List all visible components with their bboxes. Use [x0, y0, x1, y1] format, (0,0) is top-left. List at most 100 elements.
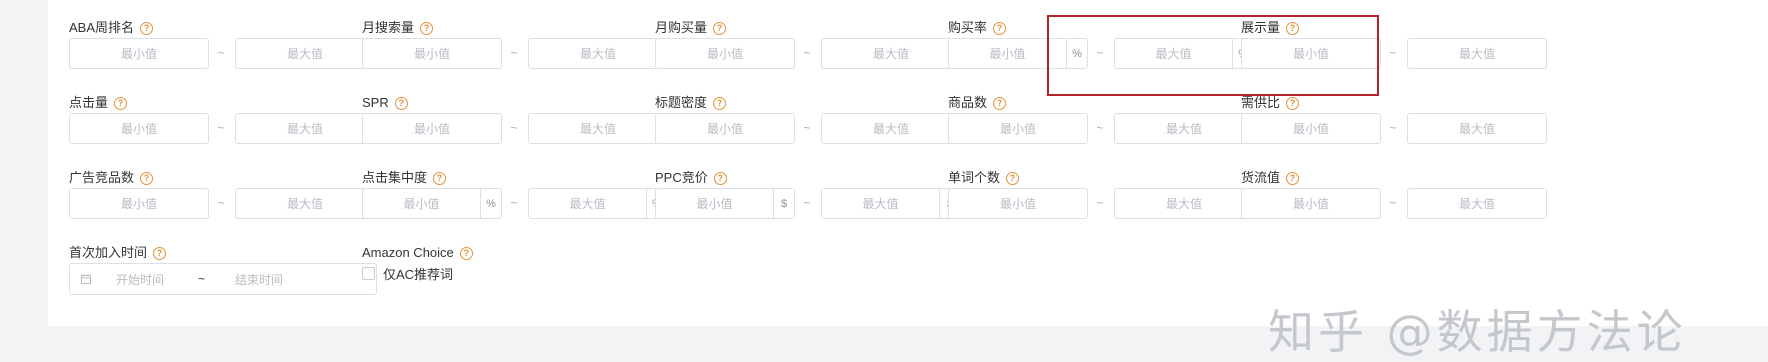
help-icon[interactable]: ?	[153, 246, 167, 260]
spr-max-input[interactable]	[529, 114, 667, 143]
help-icon[interactable]: ?	[394, 96, 408, 110]
date-range-picker[interactable]: 开始时间 ~ 结束时间	[69, 263, 377, 295]
field-label: ABA周排名	[69, 20, 135, 35]
filter-panel: ABA周排名? ~ 月搜索量? ~ 月购买量? ~ 购买率? % ~ % 展	[48, 0, 1768, 326]
title-density-max-input[interactable]	[822, 114, 960, 143]
field-click-concentration: 点击集中度? % ~ %	[362, 169, 668, 219]
range-separator: ~	[803, 196, 811, 210]
monthly-search-max-input[interactable]	[529, 39, 667, 68]
range-separator: ~	[1389, 121, 1397, 135]
range-separator: ~	[1389, 46, 1397, 60]
range-separator: ~	[217, 196, 225, 210]
calendar-icon	[81, 274, 91, 284]
monthly-purchase-min-input[interactable]	[656, 39, 794, 68]
range-separator: ~	[510, 196, 518, 210]
field-purchase-rate: 购买率? % ~ %	[948, 19, 1254, 69]
ad-products-min-input[interactable]	[70, 189, 208, 218]
clicks-min-input[interactable]	[70, 114, 208, 143]
field-ppc-bid: PPC竞价? $ ~ $	[655, 169, 961, 219]
product-count-min-input[interactable]	[949, 114, 1087, 143]
date-range-separator: ~	[198, 272, 206, 286]
ppc-bid-max-input[interactable]	[822, 189, 939, 218]
ac-only-checkbox[interactable]	[362, 267, 375, 280]
range-separator: ~	[1389, 196, 1397, 210]
field-ad-products: 广告竞品数? ~	[69, 169, 375, 219]
help-icon[interactable]: ?	[140, 21, 154, 35]
product-count-max-input[interactable]	[1115, 114, 1253, 143]
word-count-min-input[interactable]	[949, 189, 1087, 218]
supply-demand-max-input[interactable]	[1408, 114, 1546, 143]
help-icon[interactable]: ?	[1006, 171, 1020, 185]
ppc-bid-min-input[interactable]	[656, 189, 773, 218]
spr-min-input[interactable]	[363, 114, 501, 143]
monthly-search-min-input[interactable]	[363, 39, 501, 68]
help-icon[interactable]: ?	[140, 171, 154, 185]
field-label: 需供比	[1241, 95, 1281, 110]
field-label: 广告竞品数	[69, 170, 135, 185]
ad-products-max-input[interactable]	[236, 189, 374, 218]
monthly-purchase-max-input[interactable]	[822, 39, 960, 68]
help-icon[interactable]: ?	[420, 21, 434, 35]
range-separator: ~	[510, 121, 518, 135]
click-concentration-min-input[interactable]	[363, 189, 480, 218]
field-aba-rank: ABA周排名? ~	[69, 19, 375, 69]
field-monthly-purchase: 月购买量? ~	[655, 19, 961, 69]
field-cargo-value: 货流值? ~	[1241, 169, 1547, 219]
field-label: 标题密度	[655, 95, 708, 110]
field-word-count: 单词个数? ~	[948, 169, 1254, 219]
field-label: 购买率	[948, 20, 988, 35]
help-icon[interactable]: ?	[459, 246, 473, 260]
ac-only-checkbox-row[interactable]: 仅AC推荐词	[362, 264, 453, 283]
range-separator: ~	[1096, 121, 1104, 135]
help-icon[interactable]: ?	[993, 96, 1007, 110]
help-icon[interactable]: ?	[713, 96, 727, 110]
help-icon[interactable]: ?	[433, 171, 447, 185]
field-label: 货流值	[1241, 170, 1281, 185]
field-label: 月购买量	[655, 20, 708, 35]
dollar-suffix: $	[773, 189, 794, 218]
field-label: 月搜索量	[362, 20, 415, 35]
field-label: PPC竞价	[655, 170, 708, 185]
watermark: 知乎 @数据方法论	[1268, 305, 1687, 359]
field-label: 单词个数	[948, 170, 1001, 185]
field-first-added: 首次加入时间? 开始时间 ~ 结束时间	[69, 244, 377, 295]
title-density-min-input[interactable]	[656, 114, 794, 143]
field-spr: SPR? ~	[362, 94, 668, 144]
checkbox-label: 仅AC推荐词	[383, 267, 454, 282]
help-icon[interactable]: ?	[114, 96, 128, 110]
word-count-max-input[interactable]	[1115, 189, 1253, 218]
supply-demand-min-input[interactable]	[1242, 114, 1380, 143]
range-separator: ~	[803, 46, 811, 60]
field-title-density: 标题密度? ~	[655, 94, 961, 144]
click-concentration-max-input[interactable]	[529, 189, 646, 218]
range-separator: ~	[803, 121, 811, 135]
field-label: SPR	[362, 95, 389, 110]
field-product-count: 商品数? ~	[948, 94, 1254, 144]
start-date-input[interactable]: 开始时间	[116, 271, 164, 288]
help-icon[interactable]: ?	[993, 21, 1007, 35]
field-label: 点击量	[69, 95, 109, 110]
impressions-max-input[interactable]	[1408, 39, 1546, 68]
cargo-value-max-input[interactable]	[1408, 189, 1546, 218]
end-date-input[interactable]: 结束时间	[235, 271, 283, 288]
help-icon[interactable]: ?	[713, 171, 727, 185]
help-icon[interactable]: ?	[1286, 96, 1300, 110]
field-supply-demand: 需供比? ~	[1241, 94, 1547, 144]
cargo-value-min-input[interactable]	[1242, 189, 1380, 218]
field-clicks: 点击量? ~	[69, 94, 375, 144]
aba-rank-max-input[interactable]	[236, 39, 374, 68]
help-icon[interactable]: ?	[1286, 171, 1300, 185]
range-separator: ~	[510, 46, 518, 60]
field-monthly-search: 月搜索量? ~	[362, 19, 668, 69]
range-separator: ~	[217, 121, 225, 135]
range-separator: ~	[217, 46, 225, 60]
range-separator: ~	[1096, 196, 1104, 210]
help-icon[interactable]: ?	[713, 21, 727, 35]
highlight-box	[1047, 15, 1379, 96]
field-label: 点击集中度	[362, 170, 428, 185]
field-label: 首次加入时间	[69, 245, 148, 260]
clicks-max-input[interactable]	[236, 114, 374, 143]
percent-suffix: %	[480, 189, 501, 218]
field-label: 商品数	[948, 95, 988, 110]
aba-rank-min-input[interactable]	[70, 39, 208, 68]
